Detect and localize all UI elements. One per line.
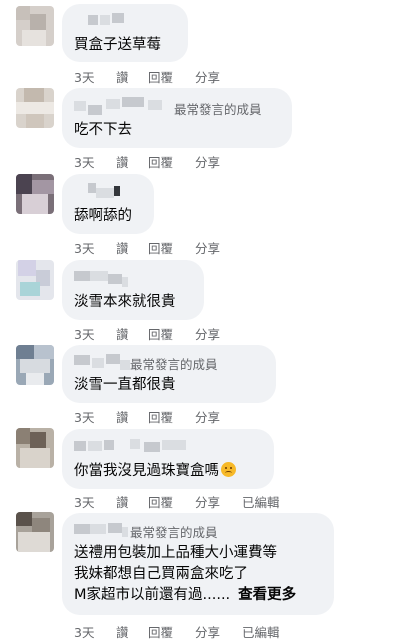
- comment-text-line-1: 送禮用包裝加上品種大小運費等: [74, 545, 277, 561]
- top-contributor-badge: 最常發言的成員: [174, 102, 262, 117]
- author-name[interactable]: [74, 520, 136, 538]
- comment-text: 淡雪本來就很貴: [74, 294, 176, 310]
- top-contributor-badge: 最常發言的成員: [130, 357, 218, 372]
- comment-bubble: 舔啊舔的: [62, 174, 154, 234]
- timestamp: 3天: [74, 495, 95, 510]
- avatar[interactable]: [16, 512, 54, 552]
- comment-text-line-3: M家超市以前還有過...... 查看更多: [74, 585, 296, 605]
- timestamp: 3天: [74, 155, 95, 170]
- reply-button[interactable]: 回覆: [148, 622, 173, 641]
- author-name[interactable]: [74, 268, 134, 287]
- avatar[interactable]: [16, 174, 54, 214]
- comment-bubble: 最常發言的成員 淡雪一直都很貴: [62, 345, 276, 403]
- comment-bubble: 買盒子送草莓: [62, 4, 188, 62]
- author-name[interactable]: [74, 12, 134, 30]
- top-contributor-badge: 最常發言的成員: [130, 525, 218, 540]
- like-button[interactable]: 讚: [116, 492, 129, 511]
- like-button[interactable]: 讚: [116, 324, 129, 343]
- timestamp: 3天: [74, 70, 95, 85]
- timestamp: 3天: [74, 241, 95, 256]
- like-button[interactable]: 讚: [116, 407, 129, 426]
- timestamp: 3天: [74, 327, 95, 342]
- like-button[interactable]: 讚: [116, 152, 129, 171]
- like-button[interactable]: 讚: [116, 67, 129, 86]
- share-button[interactable]: 分享: [195, 622, 220, 641]
- sad-face-emoji-icon: [221, 462, 236, 477]
- avatar[interactable]: [16, 260, 54, 300]
- reply-button[interactable]: 回覆: [148, 152, 173, 171]
- comment-text: 買盒子送草莓: [74, 37, 161, 53]
- share-button[interactable]: 分享: [195, 67, 220, 86]
- edited-label: 已編輯: [242, 495, 280, 510]
- timestamp: 3天: [74, 410, 95, 425]
- avatar[interactable]: [16, 345, 54, 385]
- comment-text: 吃不下去: [74, 122, 132, 138]
- author-name[interactable]: [74, 352, 136, 370]
- share-button[interactable]: 分享: [195, 152, 220, 171]
- comment-bubble: 你當我沒見過珠寶盒嗎: [62, 429, 274, 489]
- comment-text-content: 你當我沒見過珠寶盒嗎: [74, 463, 219, 479]
- comment-text-content: M家超市以前還有過......: [74, 587, 231, 603]
- author-name[interactable]: [74, 96, 164, 115]
- share-button[interactable]: 分享: [195, 407, 220, 426]
- comment-text: 淡雪一直都很貴: [74, 377, 176, 393]
- avatar[interactable]: [16, 88, 54, 128]
- author-name[interactable]: [74, 182, 134, 200]
- like-button[interactable]: 讚: [116, 238, 129, 257]
- avatar[interactable]: [16, 6, 54, 46]
- share-button[interactable]: 分享: [195, 324, 220, 343]
- timestamp: 3天: [74, 625, 95, 640]
- avatar[interactable]: [16, 428, 54, 468]
- reply-button[interactable]: 回覆: [148, 492, 173, 511]
- reply-button[interactable]: 回覆: [148, 238, 173, 257]
- see-more-link[interactable]: 查看更多: [238, 587, 296, 603]
- comment-text: 你當我沒見過珠寶盒嗎: [74, 461, 236, 481]
- comment-bubble: 最常發言的成員 送禮用包裝加上品種大小運費等 我妹都想自己買兩盒來吃了 M家超市…: [62, 513, 334, 615]
- share-button[interactable]: 分享: [195, 492, 220, 511]
- edited-label: 已編輯: [242, 625, 280, 640]
- reply-button[interactable]: 回覆: [148, 407, 173, 426]
- comment-text-line-2: 我妹都想自己買兩盒來吃了: [74, 566, 248, 582]
- reply-button[interactable]: 回覆: [148, 67, 173, 86]
- comment-bubble: 最常發言的成員 吃不下去: [62, 88, 292, 148]
- share-button[interactable]: 分享: [195, 238, 220, 257]
- like-button[interactable]: 讚: [116, 622, 129, 641]
- reply-button[interactable]: 回覆: [148, 324, 173, 343]
- comment-bubble: 淡雪本來就很貴: [62, 260, 204, 320]
- comment-text: 舔啊舔的: [74, 208, 132, 224]
- author-name[interactable]: [74, 437, 204, 455]
